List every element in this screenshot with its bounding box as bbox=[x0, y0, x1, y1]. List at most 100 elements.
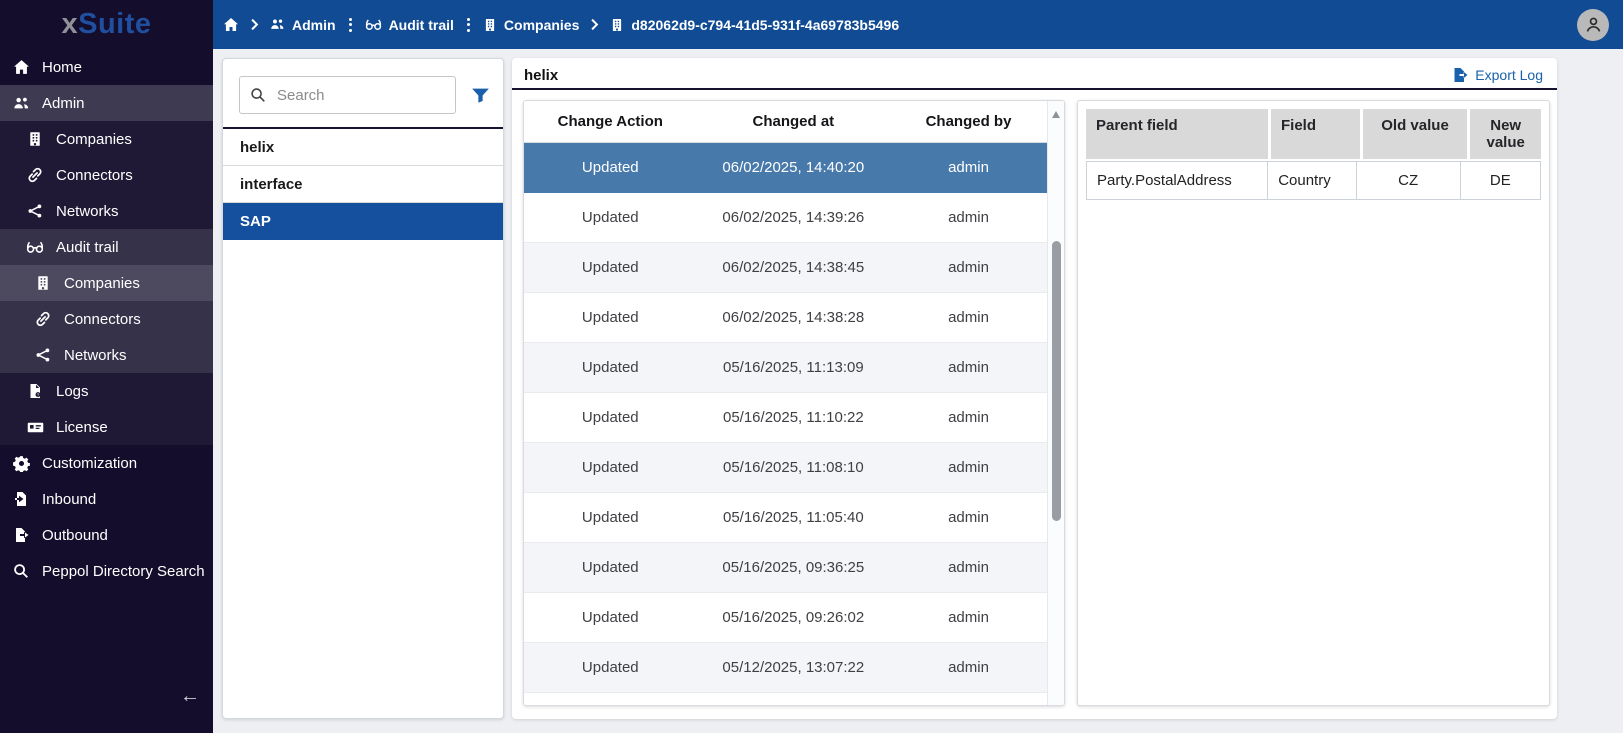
sidebar-item-customization[interactable]: Customization bbox=[0, 445, 213, 481]
scroll-up-arrow-icon[interactable] bbox=[1052, 111, 1060, 118]
changed-by-cell: admin bbox=[948, 459, 989, 476]
change-detail-row: Party.PostalAddress Country CZ DE bbox=[1086, 161, 1541, 200]
admin-users-icon bbox=[270, 17, 285, 32]
sidebar-item-license[interactable]: License bbox=[0, 409, 213, 445]
change-action-cell: Updated bbox=[581, 559, 639, 576]
link-icon bbox=[34, 310, 52, 328]
filter-funnel-icon[interactable] bbox=[469, 84, 491, 106]
changed-by-cell: admin bbox=[948, 559, 989, 576]
breadcrumb-admin[interactable]: Admin bbox=[270, 17, 336, 33]
company-list-item-interface[interactable]: interface bbox=[223, 166, 503, 203]
sidebar-item-logs[interactable]: ? Logs bbox=[0, 373, 213, 409]
search-input[interactable] bbox=[275, 85, 445, 105]
company-label: SAP bbox=[240, 212, 271, 230]
inbound-document-icon bbox=[12, 490, 30, 508]
breadcrumb-home[interactable] bbox=[223, 17, 239, 33]
sidebar-item-home[interactable]: Home bbox=[0, 49, 213, 85]
audit-row[interactable]: Updated 05/16/2025, 11:08:10 admin bbox=[524, 443, 1047, 493]
sidebar-item-label: Inbound bbox=[42, 490, 97, 508]
scrollbar-thumb[interactable] bbox=[1052, 241, 1061, 521]
sidebar-item-connectors[interactable]: Connectors bbox=[0, 157, 213, 193]
changed-at-cell: 05/16/2025, 11:10:22 bbox=[722, 409, 864, 426]
search-icon bbox=[250, 87, 266, 103]
breadcrumb-company-id[interactable]: d82062d9-c794-41d5-931f-4a69783b5496 bbox=[610, 17, 899, 33]
breadcrumb-collapsed-menu[interactable] bbox=[345, 17, 356, 32]
changed-by-cell: admin bbox=[948, 509, 989, 526]
building-icon bbox=[26, 130, 44, 148]
sidebar-item-label: Outbound bbox=[42, 526, 108, 544]
audit-table-body: Updated 06/02/2025, 14:40:20 admin Updat… bbox=[524, 143, 1047, 693]
changed-at-cell: 05/16/2025, 11:05:40 bbox=[722, 509, 864, 526]
new-value-cell: DE bbox=[1489, 172, 1511, 189]
company-list-panel: helix interface SAP bbox=[222, 58, 504, 719]
sidebar-item-networks[interactable]: Networks bbox=[0, 193, 213, 229]
sidebar-item-label: Peppol Directory Search bbox=[42, 562, 205, 580]
sidebar-item-label: Customization bbox=[42, 454, 138, 472]
audit-table-header: Change Action Changed at Changed by bbox=[524, 101, 1047, 143]
breadcrumb-label: d82062d9-c794-41d5-931f-4a69783b5496 bbox=[631, 16, 900, 33]
column-header-changed-by: Changed by bbox=[925, 113, 1012, 130]
audit-row[interactable]: Updated 06/02/2025, 14:40:20 admin bbox=[524, 143, 1047, 193]
company-list-item-helix[interactable]: helix bbox=[223, 129, 503, 166]
audit-row[interactable]: Updated 05/16/2025, 11:13:09 admin bbox=[524, 343, 1047, 393]
divider bbox=[512, 88, 1557, 90]
collapse-sidebar-button[interactable]: ← bbox=[180, 686, 200, 706]
user-avatar[interactable] bbox=[1577, 8, 1609, 41]
audit-scrollbar[interactable] bbox=[1047, 101, 1064, 705]
audit-detail-card: helix Export Log Change Action Changed a… bbox=[512, 58, 1557, 719]
sidebar-item-admin[interactable]: Admin bbox=[0, 85, 213, 121]
audit-row[interactable]: Updated 05/12/2025, 13:07:22 admin bbox=[524, 643, 1047, 693]
company-label: helix bbox=[240, 138, 275, 156]
change-action-cell: Updated bbox=[581, 159, 639, 176]
sidebar-item-label: Connectors bbox=[56, 166, 133, 184]
changed-by-cell: admin bbox=[948, 259, 989, 276]
audit-row[interactable]: Updated 05/16/2025, 11:10:22 admin bbox=[524, 393, 1047, 443]
changed-at-cell: 05/16/2025, 11:08:10 bbox=[722, 459, 864, 476]
changed-by-cell: admin bbox=[948, 309, 989, 326]
column-header-change-action: Change Action bbox=[557, 113, 663, 130]
audit-row[interactable]: Updated 06/02/2025, 14:39:26 admin bbox=[524, 193, 1047, 243]
details-table-header: Parent field Field Old value New value bbox=[1086, 109, 1541, 159]
breadcrumb-companies[interactable]: Companies bbox=[483, 17, 579, 33]
sidebar-item-label: Connectors bbox=[64, 310, 141, 328]
building-icon bbox=[483, 18, 497, 32]
app-logo-suite: Suite bbox=[78, 8, 152, 40]
audit-row[interactable]: Updated 05/16/2025, 11:05:40 admin bbox=[524, 493, 1047, 543]
change-action-cell: Updated bbox=[581, 259, 639, 276]
change-action-cell: Updated bbox=[581, 209, 639, 226]
sidebar-item-label: Admin bbox=[42, 94, 85, 112]
sidebar-item-audit-networks[interactable]: Networks bbox=[0, 337, 213, 373]
export-log-button[interactable]: Export Log bbox=[1452, 67, 1543, 83]
admin-subtree: Companies Connectors Networks Audit trai… bbox=[0, 121, 213, 445]
audit-row[interactable]: Updated 06/02/2025, 14:38:45 admin bbox=[524, 243, 1047, 293]
breadcrumb-collapsed-menu[interactable] bbox=[463, 17, 474, 32]
sidebar-item-audit-companies[interactable]: Companies bbox=[0, 265, 213, 301]
app-logo-x: x bbox=[61, 8, 79, 40]
change-action-cell: Updated bbox=[581, 609, 639, 626]
audit-row[interactable]: Updated 06/02/2025, 14:38:28 admin bbox=[524, 293, 1047, 343]
sidebar-item-peppol-directory-search[interactable]: Peppol Directory Search bbox=[0, 553, 213, 589]
sidebar-item-audit-trail[interactable]: Audit trail bbox=[0, 229, 213, 265]
audit-row[interactable]: Updated 05/16/2025, 09:36:25 admin bbox=[524, 543, 1047, 593]
changed-at-cell: 05/16/2025, 09:26:02 bbox=[722, 609, 865, 626]
sidebar-item-companies[interactable]: Companies bbox=[0, 121, 213, 157]
breadcrumb-label: Admin bbox=[292, 16, 336, 33]
breadcrumb-label: Audit trail bbox=[388, 16, 454, 33]
company-list-item-sap[interactable]: SAP bbox=[223, 203, 503, 240]
changed-at-cell: 06/02/2025, 14:39:26 bbox=[722, 209, 865, 226]
sidebar-nav: Home Admin Companies Connectors Networks bbox=[0, 49, 213, 589]
sidebar-item-audit-connectors[interactable]: Connectors bbox=[0, 301, 213, 337]
sidebar-item-inbound[interactable]: Inbound bbox=[0, 481, 213, 517]
audit-row[interactable]: Updated 05/16/2025, 09:26:02 admin bbox=[524, 593, 1047, 643]
changed-at-cell: 05/16/2025, 11:13:09 bbox=[722, 359, 864, 376]
column-header-old-value: Old value bbox=[1362, 109, 1468, 159]
sidebar-item-label: Networks bbox=[64, 346, 127, 364]
sidebar-item-outbound[interactable]: Outbound bbox=[0, 517, 213, 553]
svg-text:?: ? bbox=[37, 392, 40, 398]
search-row bbox=[223, 59, 503, 127]
sidebar-item-label: License bbox=[56, 418, 108, 436]
breadcrumb-audit-trail[interactable]: Audit trail bbox=[365, 16, 454, 33]
changed-at-cell: 06/02/2025, 14:40:20 bbox=[722, 159, 865, 176]
sidebar: x Suite Home Admin Companies Connectors N… bbox=[0, 0, 213, 733]
change-action-cell: Updated bbox=[581, 359, 639, 376]
